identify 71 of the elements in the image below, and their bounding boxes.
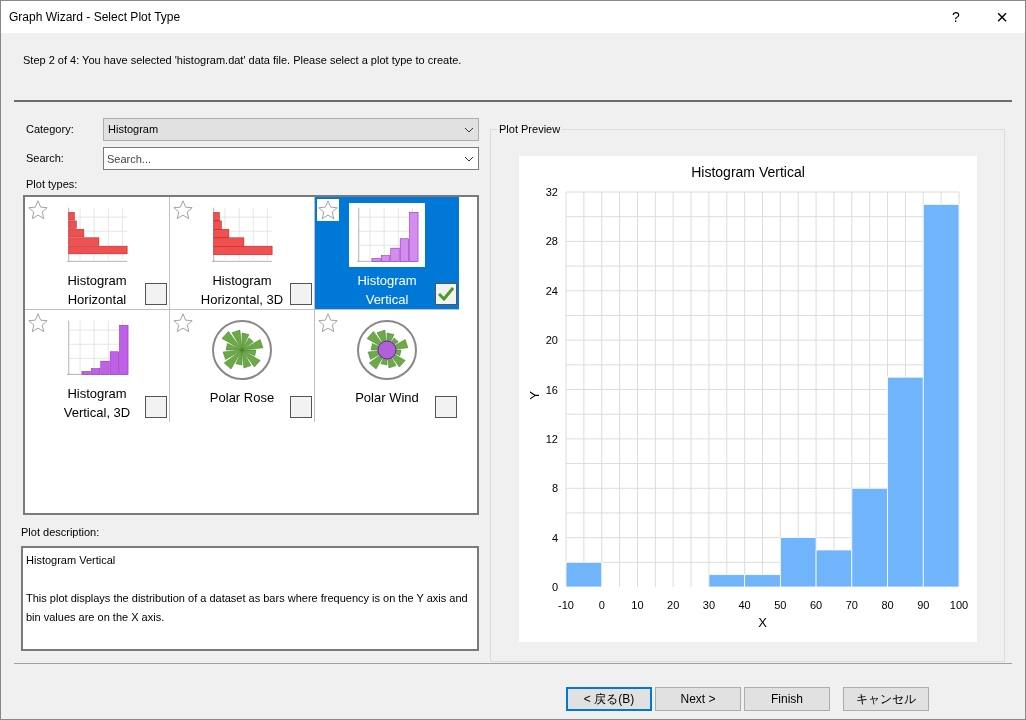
checkbox[interactable] xyxy=(145,395,167,418)
y-tick-label: 16 xyxy=(545,383,558,396)
x-tick-label: 40 xyxy=(738,599,751,611)
star-icon[interactable] xyxy=(172,311,194,334)
x-tick-label: -10 xyxy=(557,599,574,611)
y-tick-label: 8 xyxy=(551,482,558,495)
x-tick-label: 90 xyxy=(916,599,929,611)
step-text: Step 2 of 4: You have selected 'histogram.dat' data file. Please select a plot type to create. xyxy=(23,54,462,66)
y-tick-label: 32 xyxy=(545,186,558,198)
x-axis-label: X xyxy=(757,615,767,630)
help-button[interactable]: ? xyxy=(933,1,979,33)
wizard-button[interactable]: キャンセル xyxy=(843,686,929,711)
category-label: Category: xyxy=(26,122,75,138)
plot-preview-label: Plot Preview xyxy=(497,123,563,136)
search-label: Search: xyxy=(26,151,65,167)
y-tick-label: 0 xyxy=(551,581,558,593)
plot-type-label: Histogram Vertical, 3D xyxy=(62,384,132,422)
search-field[interactable]: Search... xyxy=(103,147,479,170)
histogram-icon xyxy=(349,202,425,267)
description-text: This plot displays the distribution of a dataset as bars where frequency is on the Y axis and bin values are on the X axis. xyxy=(26,591,469,625)
plot-description-label: Plot description: xyxy=(21,524,101,540)
plot-type-tile[interactable]: Polar Wind xyxy=(315,309,459,422)
star-icon[interactable] xyxy=(317,198,339,221)
wizard-button[interactable]: < 戻る(B) xyxy=(566,686,652,711)
checkbox[interactable] xyxy=(435,395,457,418)
category-dropdown[interactable]: Histogram xyxy=(103,118,479,141)
plot-types-label: Plot types: xyxy=(26,177,79,192)
plot-type-label: Histogram Vertical xyxy=(356,271,418,309)
plot-type-label: Polar Rose xyxy=(208,388,276,407)
chart-title: Histogram Vertical xyxy=(690,164,805,180)
x-tick-label: 70 xyxy=(845,599,858,611)
histogram-bar xyxy=(708,574,745,588)
chevron-down-icon xyxy=(464,156,474,162)
plot-type-label: Histogram Horizontal xyxy=(66,271,128,309)
plot-type-tile[interactable]: Histogram Vertical xyxy=(315,196,459,309)
x-tick-label: 30 xyxy=(702,599,715,611)
checkmark-icon xyxy=(438,286,454,301)
x-tick-label: 80 xyxy=(880,599,894,611)
plot-type-tile[interactable]: Histogram Horizontal, 3D xyxy=(170,196,314,309)
plot-type-tile[interactable]: Polar Rose xyxy=(170,309,314,422)
star-icon[interactable] xyxy=(27,311,49,334)
y-tick-label: 28 xyxy=(545,235,558,248)
plot-type-tile[interactable]: Histogram Horizontal xyxy=(25,196,169,309)
y-axis-label: Y xyxy=(526,391,542,400)
checkbox[interactable] xyxy=(290,395,312,418)
close-button[interactable]: × xyxy=(979,1,1025,33)
wizard-button[interactable]: Next > xyxy=(655,686,741,711)
star-icon[interactable] xyxy=(172,198,194,221)
y-tick-label: 4 xyxy=(551,531,558,544)
x-tick-label: 50 xyxy=(773,599,786,611)
description-title: Histogram Vertical xyxy=(26,553,117,568)
y-tick-label: 24 xyxy=(545,284,558,297)
x-tick-label: 60 xyxy=(809,599,822,611)
y-tick-label: 20 xyxy=(545,334,558,347)
x-tick-label: 0 xyxy=(598,599,605,611)
plot-type-label: Polar Wind xyxy=(354,388,420,407)
wizard-button[interactable]: Finish xyxy=(744,686,830,711)
x-tick-label: 10 xyxy=(630,599,644,611)
chevron-down-icon xyxy=(464,126,474,133)
histogram-bar xyxy=(565,561,602,588)
star-icon[interactable] xyxy=(27,198,49,221)
y-tick-label: 12 xyxy=(545,432,558,445)
checkbox[interactable] xyxy=(145,282,167,305)
plot-type-tile[interactable]: Histogram Vertical, 3D xyxy=(25,309,169,422)
checkbox[interactable] xyxy=(435,282,457,305)
star-icon[interactable] xyxy=(317,311,339,334)
checkbox[interactable] xyxy=(290,282,312,305)
plot-type-label: Histogram Horizontal, 3D xyxy=(199,271,285,309)
x-tick-label: 20 xyxy=(666,599,679,611)
x-tick-label: 100 xyxy=(949,599,968,611)
window-title: Graph Wizard - Select Plot Type xyxy=(9,9,182,26)
